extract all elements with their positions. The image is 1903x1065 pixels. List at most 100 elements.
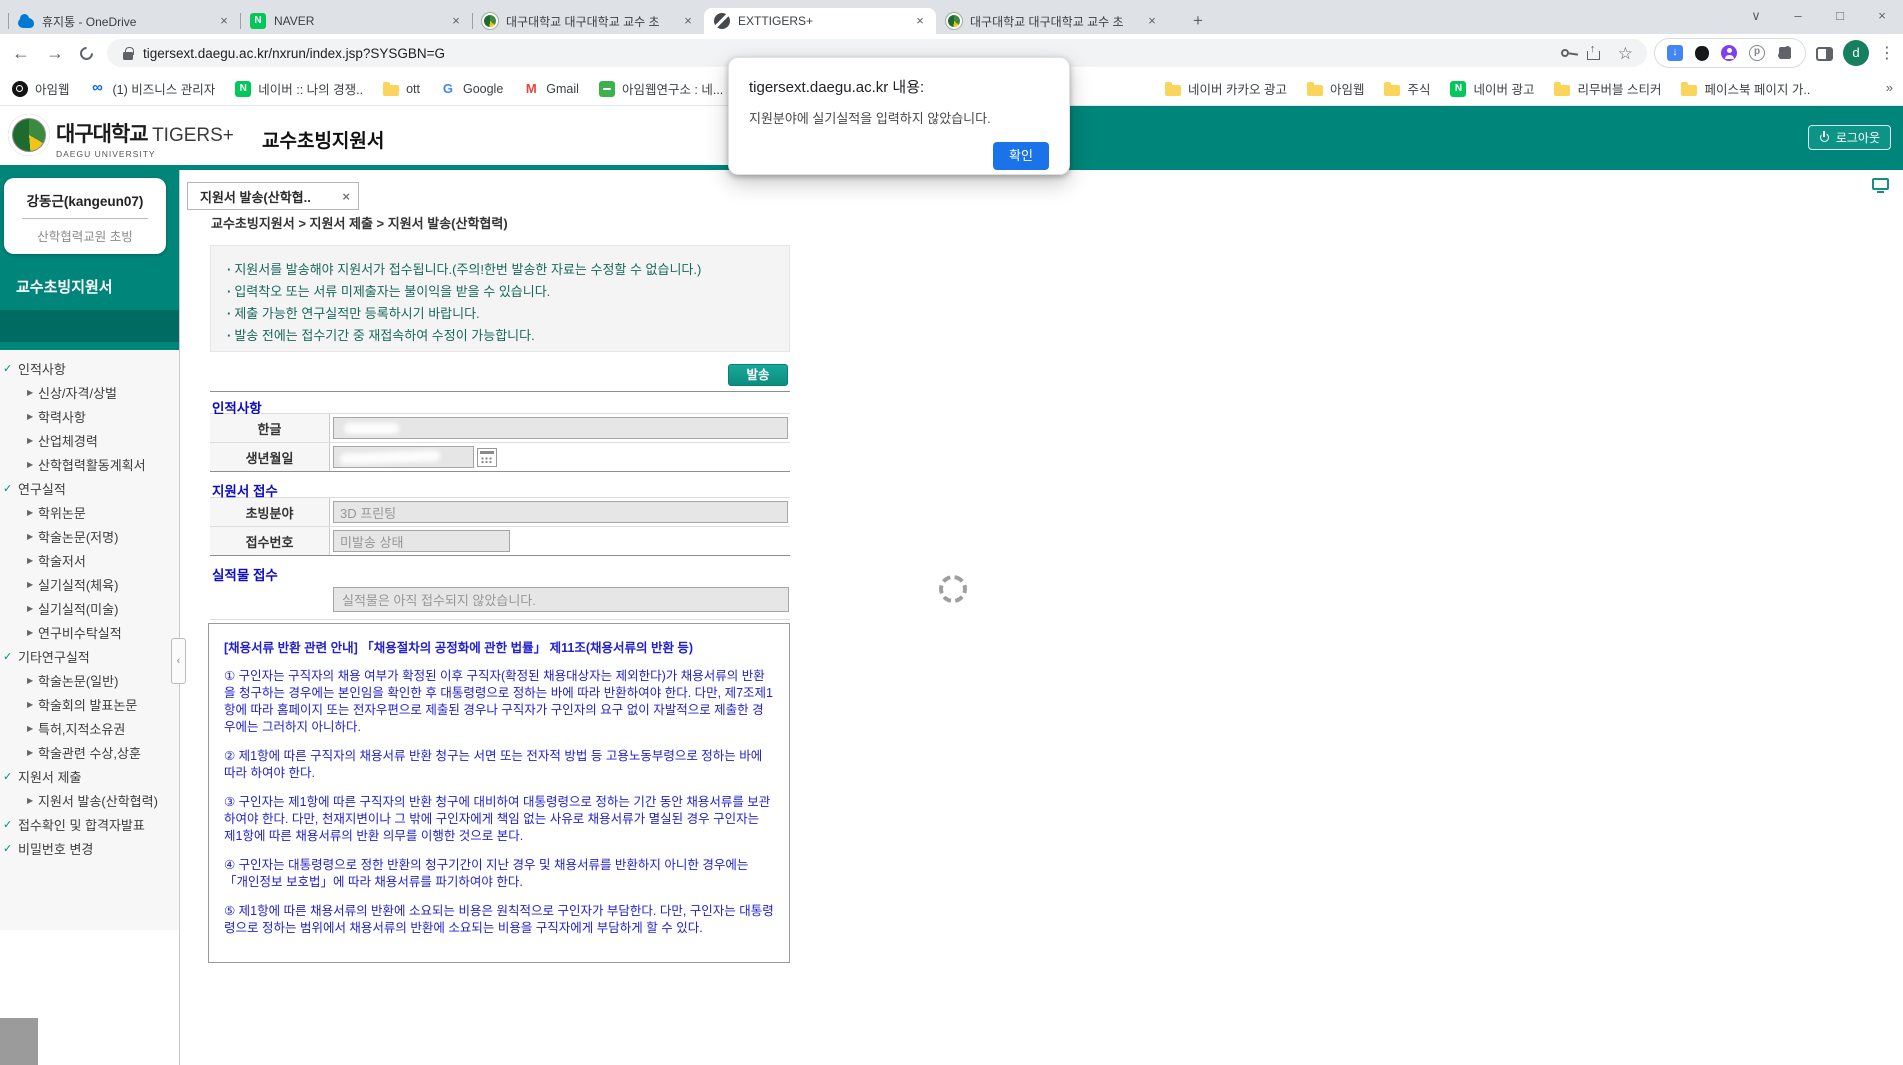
bookmark-item[interactable]: 아임웹: [12, 79, 70, 98]
side-panel-icon[interactable]: [1816, 47, 1833, 61]
sidebar-menu-item[interactable]: ✓ ▶ 연구비수탁실적: [0, 620, 179, 644]
sidebar-menu-item[interactable]: ✓ ▶ 신상/자격/상벌: [0, 380, 179, 404]
bookmark-label: Gmail: [546, 82, 579, 96]
bookmark-item[interactable]: (1) 비즈니스 관리자: [90, 79, 216, 98]
browser-tab[interactable]: 대구대학교 대구대학교 교수 초 ×: [472, 8, 704, 34]
browser-tab[interactable]: 휴지통 - OneDrive ×: [8, 8, 240, 34]
sidebar-menu-item[interactable]: ✓ ▶ 특허,지적소유권: [0, 716, 179, 740]
tab-close-icon[interactable]: ×: [1144, 13, 1160, 29]
menu-item-label: 학술논문(저명): [38, 527, 118, 546]
tab-close-icon[interactable]: ×: [680, 13, 696, 29]
bookmark-favicon: [1554, 85, 1570, 96]
window-minimize-button[interactable]: –: [1777, 0, 1819, 34]
sidebar-menu-item[interactable]: ✓ ▶ 인적사항: [0, 356, 179, 380]
alert-dialog-title: tigersext.daegu.ac.kr 내용:: [749, 76, 1049, 97]
tab-title: NAVER: [274, 14, 442, 28]
sidebar-menu-item[interactable]: ✓ ▶ 학위논문: [0, 500, 179, 524]
alert-dialog: tigersext.daegu.ac.kr 내용: 지원분야에 실기실적을 입력…: [728, 57, 1070, 175]
site-brand[interactable]: 대구대학교 TIGERS+ DAEGU UNIVERSITY: [56, 118, 234, 159]
sidebar-menu-item[interactable]: ✓ ▶ 연구실적: [0, 476, 179, 500]
bookmark-item[interactable]: 리무버블 스티커: [1554, 79, 1661, 98]
check-icon: ✓: [3, 482, 18, 495]
content-tab[interactable]: 지원서 발송(산학협.. ×: [187, 182, 359, 210]
bookmark-item[interactable]: 네이버 :: 나의 경쟁..: [235, 79, 363, 98]
sidebar-menu-item[interactable]: ✓ ▶ 비밀번호 변경: [0, 836, 179, 860]
sidebar-menu-item[interactable]: ✓ ▶ 산업체경력: [0, 428, 179, 452]
sidebar-menu-item[interactable]: ✓ ▶ 학술논문(일반): [0, 668, 179, 692]
notice-line: 발송 전에는 접수기간 중 재접속하여 수정이 가능합니다.: [227, 325, 773, 347]
reload-button[interactable]: [77, 44, 95, 62]
sidebar-menu-item[interactable]: ✓ ▶ 산학협력활동계획서: [0, 452, 179, 476]
sidebar-menu-item[interactable]: ✓ ▶ 실기실적(미술): [0, 596, 179, 620]
send-button[interactable]: 발송: [728, 364, 788, 386]
browser-tab[interactable]: 대구대학교 대구대학교 교수 초 ×: [936, 8, 1168, 34]
menu-item-label: 지원서 제출: [18, 767, 81, 786]
bookmark-item[interactable]: Gmail: [523, 81, 579, 97]
download-extension-icon[interactable]: [1667, 45, 1683, 61]
brand-subtitle: DAEGU UNIVERSITY: [56, 149, 234, 159]
window-maximize-button[interactable]: □: [1819, 0, 1861, 34]
bookmark-item[interactable]: 페이스북 페이지 가..: [1681, 79, 1810, 98]
bookmark-item[interactable]: 아임웹연구소 : 네...: [599, 79, 723, 98]
tab-favicon: [250, 13, 266, 29]
tab-close-icon[interactable]: ×: [912, 13, 928, 29]
receipt-input: 미발송 상태: [333, 530, 510, 552]
logout-button[interactable]: 로그아웃: [1808, 125, 1891, 150]
notice-box: 지원서를 발송해야 지원서가 접수됩니다.(주의!한번 발송한 자료는 수정할 …: [210, 245, 790, 352]
forward-button[interactable]: →: [46, 44, 64, 62]
check-icon: ✓: [3, 770, 18, 783]
menu-item-label: 신상/자격/상벌: [38, 383, 117, 402]
sidebar-menu-item[interactable]: ✓ ▶ 실기실적(체육): [0, 572, 179, 596]
form-row-results: 실적물은 아직 접수되지 않았습니다.: [210, 581, 790, 620]
bookmark-star-icon[interactable]: ☆: [1618, 45, 1633, 62]
window-chevron-icon[interactable]: ∨: [1735, 0, 1777, 34]
browser-menu-icon[interactable]: ⋮: [1879, 43, 1895, 63]
sidebar-menu-item[interactable]: ✓ ▶ 지원서 제출: [0, 764, 179, 788]
sidebar-menu-item[interactable]: ✓ ▶ 학술논문(저명): [0, 524, 179, 548]
tab-close-icon[interactable]: ×: [216, 13, 232, 29]
window-close-button[interactable]: ×: [1861, 0, 1903, 34]
menu-item-label: 비밀번호 변경: [18, 839, 93, 858]
monitor-icon[interactable]: [1872, 178, 1889, 190]
university-logo[interactable]: [8, 114, 50, 156]
password-key-icon[interactable]: [1561, 49, 1569, 57]
browser-tab[interactable]: NAVER ×: [240, 8, 472, 34]
bookmark-label: ott: [406, 82, 420, 96]
sidebar-collapse-handle[interactable]: ‹: [171, 638, 186, 684]
bookmark-item[interactable]: 네이버 광고: [1450, 79, 1534, 98]
p-extension-icon[interactable]: [1749, 45, 1765, 61]
bookmark-item[interactable]: 네이버 카카오 광고: [1165, 79, 1287, 98]
bookmark-item[interactable]: ott: [383, 81, 420, 96]
tab-close-icon[interactable]: ×: [448, 13, 464, 29]
sidebar-menu-item[interactable]: ✓ ▶ 학술관련 수상,상훈: [0, 740, 179, 764]
alert-confirm-button[interactable]: 확인: [993, 142, 1049, 170]
bookmark-item[interactable]: 아임웹: [1307, 79, 1365, 98]
menu-item-label: 실기실적(체육): [38, 575, 118, 594]
black-extension-icon[interactable]: [1695, 46, 1709, 61]
bookmark-item[interactable]: Google: [440, 81, 503, 97]
bookmarks-overflow-icon[interactable]: »: [1886, 80, 1893, 95]
content-tab-close-icon[interactable]: ×: [342, 189, 350, 204]
arrow-right-icon: ▶: [27, 388, 38, 397]
sidebar-menu-item[interactable]: ✓ ▶ 기타연구실적: [0, 644, 179, 668]
sidebar-menu-item[interactable]: ✓ ▶ 학술저서: [0, 548, 179, 572]
sidebar-menu-item[interactable]: ✓ ▶ 지원서 발송(산학협력): [0, 788, 179, 812]
profile-avatar[interactable]: d: [1843, 40, 1869, 66]
new-tab-button[interactable]: +: [1184, 8, 1212, 34]
calendar-icon[interactable]: [477, 448, 497, 467]
back-button[interactable]: ←: [12, 44, 30, 62]
notice-line: 지원서를 발송해야 지원서가 접수됩니다.(주의!한번 발송한 자료는 수정할 …: [227, 259, 773, 281]
sidebar-menu-item[interactable]: ✓ ▶ 학력사항: [0, 404, 179, 428]
bookmark-label: 아임웹: [1330, 79, 1365, 98]
sidebar-menu-item[interactable]: ✓ ▶ 접수확인 및 합격자발표: [0, 812, 179, 836]
purple-extension-icon[interactable]: [1721, 45, 1737, 61]
share-icon[interactable]: [1587, 47, 1600, 60]
lock-icon[interactable]: [123, 52, 133, 60]
menu-item-label: 접수확인 및 합격자발표: [18, 815, 145, 834]
browser-tab[interactable]: EXTTIGERS+ ×: [704, 8, 936, 34]
browser-tab-bar: 휴지통 - OneDrive × NAVER × 대구대학교 대구대학교 교수 …: [0, 0, 1903, 34]
sidebar-menu-item[interactable]: ✓ ▶ 학술회의 발표논문: [0, 692, 179, 716]
legal-paragraphs: ① 구인자는 구직자의 채용 여부가 확정된 이후 구직자(확정된 채용대상자는…: [224, 668, 774, 937]
extensions-puzzle-icon[interactable]: [1779, 47, 1791, 59]
bookmark-item[interactable]: 주식: [1384, 79, 1430, 98]
